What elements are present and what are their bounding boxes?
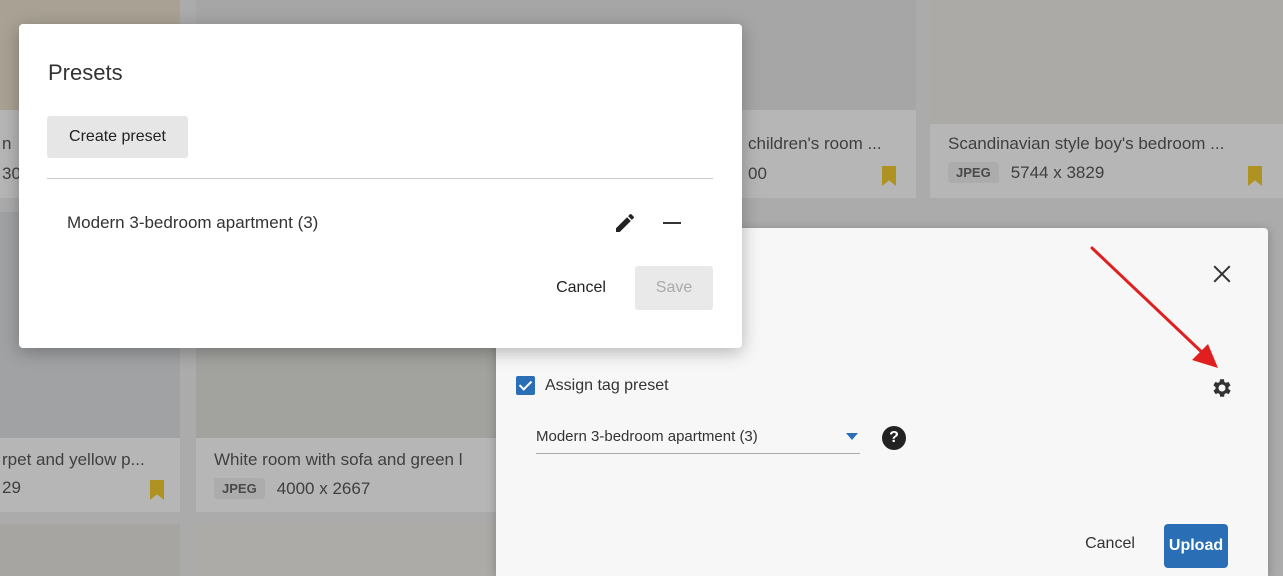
tag-preset-select-value: Modern 3-bedroom apartment (3) [536, 428, 758, 445]
cancel-button[interactable]: Cancel [539, 268, 623, 308]
gear-icon[interactable] [1210, 376, 1234, 400]
save-button[interactable]: Save [635, 266, 713, 310]
assign-tag-preset-label: Assign tag preset [545, 376, 669, 394]
presets-dialog: Presets Create preset Modern 3-bedroom a… [19, 24, 742, 348]
create-preset-button[interactable]: Create preset [47, 116, 188, 158]
close-icon[interactable] [1210, 262, 1234, 286]
assign-tag-preset-row[interactable]: Assign tag preset [516, 376, 669, 395]
upload-button[interactable]: Upload [1164, 524, 1228, 568]
preset-list-item: Modern 3-bedroom apartment (3) [67, 208, 687, 238]
help-icon[interactable]: ? [882, 426, 906, 450]
preset-name: Modern 3-bedroom apartment (3) [67, 213, 319, 232]
chevron-down-icon [846, 433, 858, 440]
divider [47, 178, 713, 179]
minus-icon[interactable] [663, 222, 681, 224]
cancel-button[interactable]: Cancel [1070, 524, 1150, 564]
preset-actions [613, 211, 687, 235]
pencil-icon[interactable] [613, 211, 637, 235]
dialog-title: Presets [48, 60, 123, 85]
assign-tag-preset-checkbox[interactable] [516, 376, 535, 395]
tag-preset-select[interactable]: Modern 3-bedroom apartment (3) [536, 420, 860, 454]
